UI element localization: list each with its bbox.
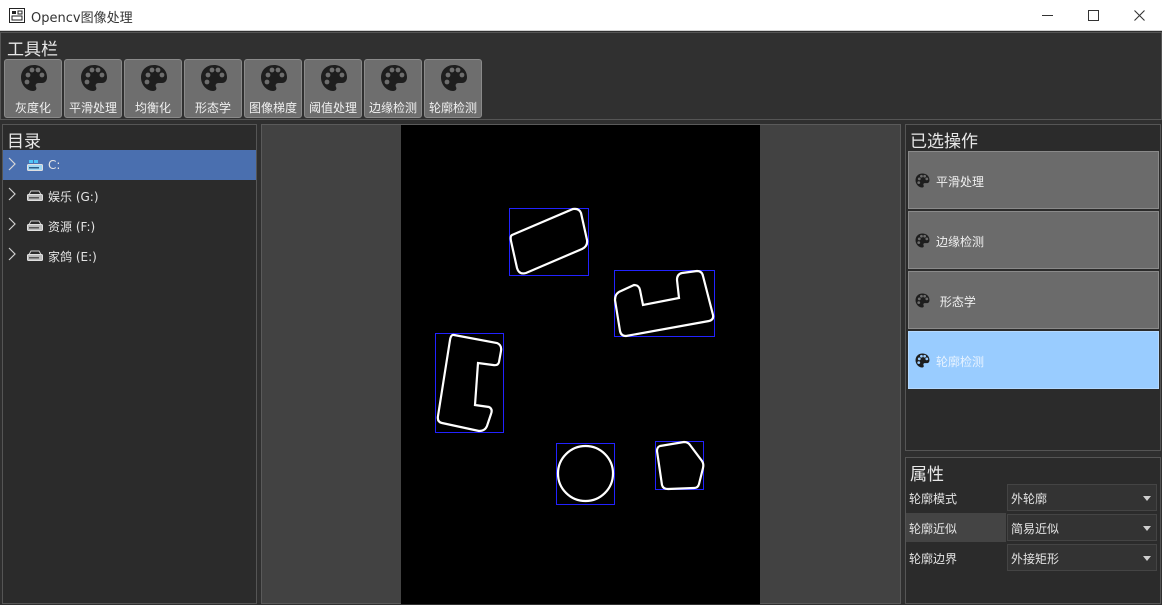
- close-button[interactable]: [1116, 0, 1162, 31]
- toolbar-title: 工具栏: [7, 40, 58, 60]
- tool-label: 轮廓检测: [428, 101, 477, 115]
- tree-item-drive-c[interactable]: C:: [3, 150, 256, 180]
- operation-item-smoothing[interactable]: 平滑处理: [908, 151, 1159, 209]
- contour-approx-select[interactable]: 简易近似: [1007, 514, 1157, 541]
- property-name: 轮廓边界: [909, 552, 958, 566]
- drive-icon: [27, 190, 43, 201]
- tree-item-drive-e[interactable]: 家鸽 (E:): [3, 240, 256, 270]
- chevron-right-icon[interactable]: [8, 187, 16, 201]
- tool-button-gradient[interactable]: 图像梯度: [244, 59, 302, 118]
- toolbar: 工具栏 灰度化 平滑处理 均衡化 形态学 图像梯度 阈值处理 边缘检测 轮廓检测: [0, 32, 1162, 120]
- chevron-right-icon[interactable]: [8, 157, 16, 171]
- operation-label: 平滑处理: [936, 175, 985, 189]
- close-icon: [1133, 10, 1145, 21]
- directory-panel: 目录 C: 娱乐 (G:) 资源 (F:) 家鸽 (E:): [2, 124, 257, 604]
- tree-item-drive-g[interactable]: 娱乐 (G:): [3, 180, 256, 210]
- palette-icon: [915, 233, 930, 248]
- palette-icon: [441, 65, 467, 91]
- tool-button-smoothing[interactable]: 平滑处理: [64, 59, 122, 118]
- tree-item-label: 家鸽 (E:): [48, 250, 97, 264]
- tree-item-drive-f[interactable]: 资源 (F:): [3, 210, 256, 240]
- chevron-right-icon[interactable]: [8, 217, 16, 231]
- minimize-icon: [1041, 14, 1053, 16]
- palette-icon: [201, 65, 227, 91]
- property-name: 轮廓模式: [909, 492, 958, 506]
- tree-item-label: C:: [48, 158, 61, 172]
- palette-icon: [81, 65, 107, 91]
- app-icon: [9, 8, 25, 23]
- tool-label: 阈值处理: [308, 101, 357, 115]
- operation-label: 轮廓检测: [936, 355, 985, 369]
- tool-label: 形态学: [194, 101, 231, 115]
- drive-icon: [27, 220, 43, 231]
- palette-icon: [381, 65, 407, 91]
- chevron-down-icon: [1143, 526, 1151, 531]
- property-row-contour-mode: 轮廓模式 外轮廓: [906, 483, 1160, 513]
- chevron-right-icon[interactable]: [8, 247, 16, 261]
- palette-icon: [915, 173, 930, 188]
- maximize-icon: [1087, 10, 1099, 21]
- tool-button-edge-detection[interactable]: 边缘检测: [364, 59, 422, 118]
- selected-operations-panel: 已选操作 平滑处理 边缘检测 形态学 轮廓检测: [905, 124, 1161, 451]
- drive-icon: [27, 250, 43, 261]
- select-value: 简易近似: [1011, 522, 1060, 536]
- palette-icon: [21, 65, 47, 91]
- contour-result-image: [401, 125, 760, 604]
- operation-item-morphology[interactable]: 形态学: [908, 271, 1159, 329]
- tool-button-morphology[interactable]: 形态学: [184, 59, 242, 118]
- tool-label: 平滑处理: [68, 101, 117, 115]
- tree-item-label: 娱乐 (G:): [48, 190, 99, 204]
- minimize-button[interactable]: [1024, 0, 1070, 31]
- palette-icon: [915, 293, 930, 308]
- select-value: 外接矩形: [1011, 552, 1060, 566]
- properties-panel: 属性 轮廓模式 外轮廓 轮廓近似 简易近似 轮廓边界 外接矩形: [905, 457, 1161, 604]
- title-bar: Opencv图像处理: [0, 0, 1162, 31]
- tool-button-grayscale[interactable]: 灰度化: [4, 59, 62, 118]
- chevron-down-icon: [1143, 496, 1151, 501]
- operation-item-contour-detection[interactable]: 轮廓检测: [908, 331, 1159, 389]
- palette-icon: [321, 65, 347, 91]
- operation-label: 边缘检测: [936, 235, 985, 249]
- maximize-button[interactable]: [1070, 0, 1116, 31]
- tool-button-contour-detection[interactable]: 轮廓检测: [424, 59, 482, 118]
- window-title: Opencv图像处理: [31, 11, 133, 26]
- tool-label: 边缘检测: [368, 101, 417, 115]
- system-drive-icon: [27, 160, 43, 171]
- directory-title: 目录: [7, 132, 41, 152]
- image-viewer: [261, 124, 901, 604]
- tree-item-label: 资源 (F:): [48, 220, 96, 234]
- contour-boundary-select[interactable]: 外接矩形: [1007, 544, 1157, 571]
- properties-title: 属性: [910, 465, 944, 485]
- property-row-contour-boundary: 轮廓边界 外接矩形: [906, 543, 1160, 573]
- tool-button-equalize[interactable]: 均衡化: [124, 59, 182, 118]
- operation-item-edge-detection[interactable]: 边缘检测: [908, 211, 1159, 269]
- operation-label: 形态学: [936, 295, 976, 309]
- tool-label: 图像梯度: [248, 101, 297, 115]
- palette-icon: [915, 353, 930, 368]
- contour-mode-select[interactable]: 外轮廓: [1007, 484, 1157, 511]
- tool-label: 均衡化: [134, 101, 171, 115]
- palette-icon: [261, 65, 287, 91]
- palette-icon: [141, 65, 167, 91]
- tool-button-threshold[interactable]: 阈值处理: [304, 59, 362, 118]
- select-value: 外轮廓: [1011, 492, 1048, 506]
- chevron-down-icon: [1143, 556, 1151, 561]
- property-name: 轮廓近似: [906, 513, 1006, 542]
- property-row-contour-approx: 轮廓近似 简易近似: [906, 513, 1160, 543]
- tool-label: 灰度化: [14, 101, 51, 115]
- operations-title: 已选操作: [910, 132, 978, 152]
